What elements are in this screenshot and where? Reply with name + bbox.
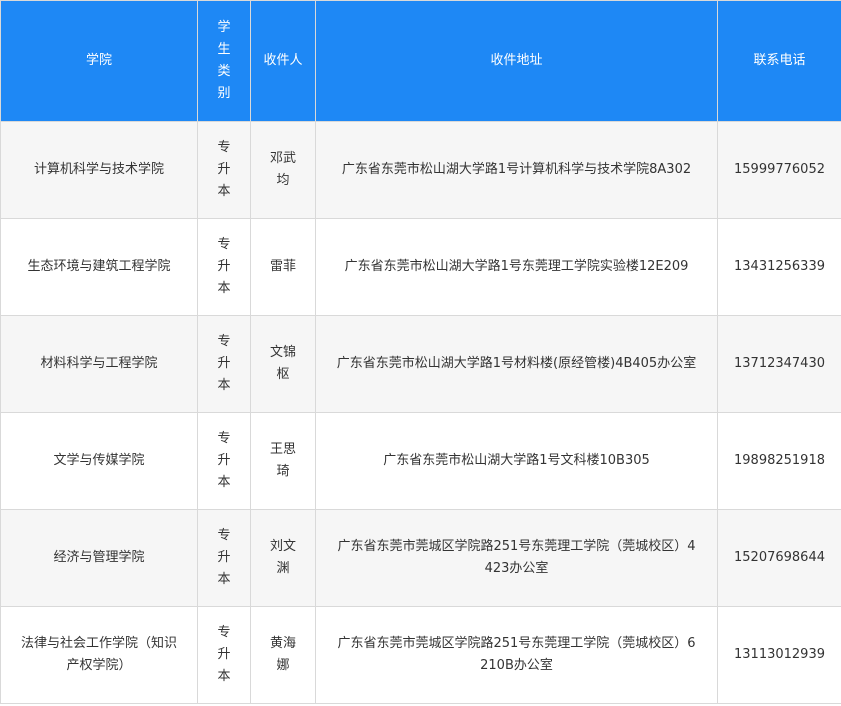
table-header-row: 学院 学生类别 收件人 收件地址 联系电话 [0,0,841,122]
table-row: 法律与社会工作学院（知识产权学院） 专升本 黄海娜 广东省东莞市莞城区学院路25… [0,606,841,704]
cell-address: 广东省东莞市莞城区学院路251号东莞理工学院（莞城校区）6210B办公室 [315,606,718,704]
cell-recipient: 邓武均 [250,121,316,219]
cell-college: 生态环境与建筑工程学院 [0,218,198,316]
cell-recipient: 黄海娜 [250,606,316,704]
cell-student-type: 专升本 [197,509,251,607]
cell-recipient: 文锦枢 [250,315,316,413]
cell-college: 计算机科学与技术学院 [0,121,198,219]
cell-student-type: 专升本 [197,412,251,510]
column-header-student-type: 学生类别 [197,0,251,122]
table-row: 生态环境与建筑工程学院 专升本 雷菲 广东省东莞市松山湖大学路1号东莞理工学院实… [0,218,841,316]
column-header-recipient: 收件人 [250,0,316,122]
cell-phone: 19898251918 [717,412,841,510]
cell-phone: 13712347430 [717,315,841,413]
cell-student-type: 专升本 [197,606,251,704]
cell-college: 文学与传媒学院 [0,412,198,510]
column-header-college: 学院 [0,0,198,122]
cell-phone: 13113012939 [717,606,841,704]
cell-student-type: 专升本 [197,315,251,413]
table-row: 经济与管理学院 专升本 刘文渊 广东省东莞市莞城区学院路251号东莞理工学院（莞… [0,509,841,607]
cell-college: 法律与社会工作学院（知识产权学院） [0,606,198,704]
cell-phone: 15207698644 [717,509,841,607]
table-row: 文学与传媒学院 专升本 王思琦 广东省东莞市松山湖大学路1号文科楼10B305 … [0,412,841,510]
table-row: 材料科学与工程学院 专升本 文锦枢 广东省东莞市松山湖大学路1号材料楼(原经管楼… [0,315,841,413]
cell-address: 广东省东莞市松山湖大学路1号计算机科学与技术学院8A302 [315,121,718,219]
cell-college: 材料科学与工程学院 [0,315,198,413]
cell-phone: 15999776052 [717,121,841,219]
cell-college: 经济与管理学院 [0,509,198,607]
cell-student-type: 专升本 [197,218,251,316]
cell-recipient: 雷菲 [250,218,316,316]
column-header-phone: 联系电话 [717,0,841,122]
column-header-address: 收件地址 [315,0,718,122]
cell-phone: 13431256339 [717,218,841,316]
cell-address: 广东省东莞市松山湖大学路1号文科楼10B305 [315,412,718,510]
table-row: 计算机科学与技术学院 专升本 邓武均 广东省东莞市松山湖大学路1号计算机科学与技… [0,121,841,219]
cell-address: 广东省东莞市莞城区学院路251号东莞理工学院（莞城校区）4423办公室 [315,509,718,607]
cell-address: 广东省东莞市松山湖大学路1号材料楼(原经管楼)4B405办公室 [315,315,718,413]
cell-student-type: 专升本 [197,121,251,219]
cell-recipient: 王思琦 [250,412,316,510]
recipient-address-table: 学院 学生类别 收件人 收件地址 联系电话 计算机科学与技术学院 专升本 邓武均… [0,0,841,704]
cell-address: 广东省东莞市松山湖大学路1号东莞理工学院实验楼12E209 [315,218,718,316]
cell-recipient: 刘文渊 [250,509,316,607]
